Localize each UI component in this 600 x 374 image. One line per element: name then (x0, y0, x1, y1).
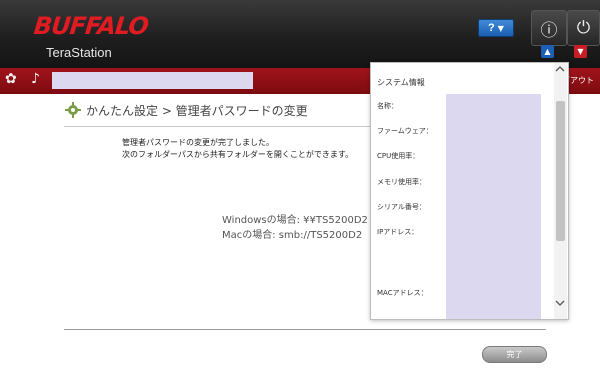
divider (64, 329, 546, 330)
system-info-panel: システム情報 名称： ファームウェア： CPU使用率： メモリ使用率： シリアル… (370, 62, 569, 320)
label-serial: シリアル番号： (377, 203, 426, 211)
music-icon[interactable]: ♪ (31, 71, 40, 87)
scroll-up-arrow-icon[interactable] (555, 65, 565, 74)
redacted-field (52, 72, 253, 89)
redacted-values (446, 94, 541, 319)
done-button[interactable]: 完了 (482, 346, 547, 363)
buffalo-logo: BUFFALO (32, 12, 150, 40)
mac-path: Macの場合: smb://TS5200D2 (222, 230, 363, 241)
gear-icon (64, 101, 82, 119)
label-name: 名称： (377, 102, 398, 110)
panel-title: システム情報 (377, 78, 425, 87)
breadcrumb: かんたん設定 > 管理者パスワードの変更 (86, 103, 308, 118)
app-header: BUFFALO TeraStation ? ▼ ⓘ ⏻ ▲ ▼ (0, 0, 600, 68)
settings-icon[interactable]: ✿ (5, 71, 17, 87)
product-name: TeraStation (46, 45, 112, 60)
completion-message: 管理者パスワードの変更が完了しました。 次のフォルダーパスから共有フォルダーを開… (122, 137, 353, 161)
label-cpu: CPU使用率： (377, 152, 420, 160)
label-ip: IPアドレス： (377, 228, 419, 236)
info-button[interactable]: ⓘ (531, 10, 567, 46)
windows-path: Windowsの場合: ¥¥TS5200D2 (222, 215, 368, 226)
arrow-down-icon: ▼ (577, 47, 584, 56)
scroll-down-button[interactable]: ▼ (574, 45, 587, 58)
label-memory: メモリ使用率： (377, 178, 426, 186)
message-line: 管理者パスワードの変更が完了しました。 (122, 138, 274, 147)
help-menu-button[interactable]: ? ▼ (478, 19, 514, 37)
label-firmware: ファームウェア： (377, 127, 433, 135)
help-icon: ? (488, 22, 495, 34)
power-icon: ⏻ (576, 18, 591, 38)
message-line: 次のフォルダーパスから共有フォルダーを開くことができます。 (122, 150, 354, 159)
chevron-down-icon: ▼ (497, 23, 504, 33)
scrollbar-thumb[interactable] (556, 101, 565, 241)
label-mac: MACアドレス： (377, 289, 428, 297)
page-title: かんたん設定 > 管理者パスワードの変更 (64, 100, 308, 120)
chevron-down-icon[interactable] (555, 299, 565, 309)
scroll-up-button[interactable]: ▲ (541, 45, 554, 58)
arrow-up-icon: ▲ (544, 47, 551, 56)
info-icon: ⓘ (540, 20, 558, 41)
power-button[interactable]: ⏻ (567, 10, 600, 46)
